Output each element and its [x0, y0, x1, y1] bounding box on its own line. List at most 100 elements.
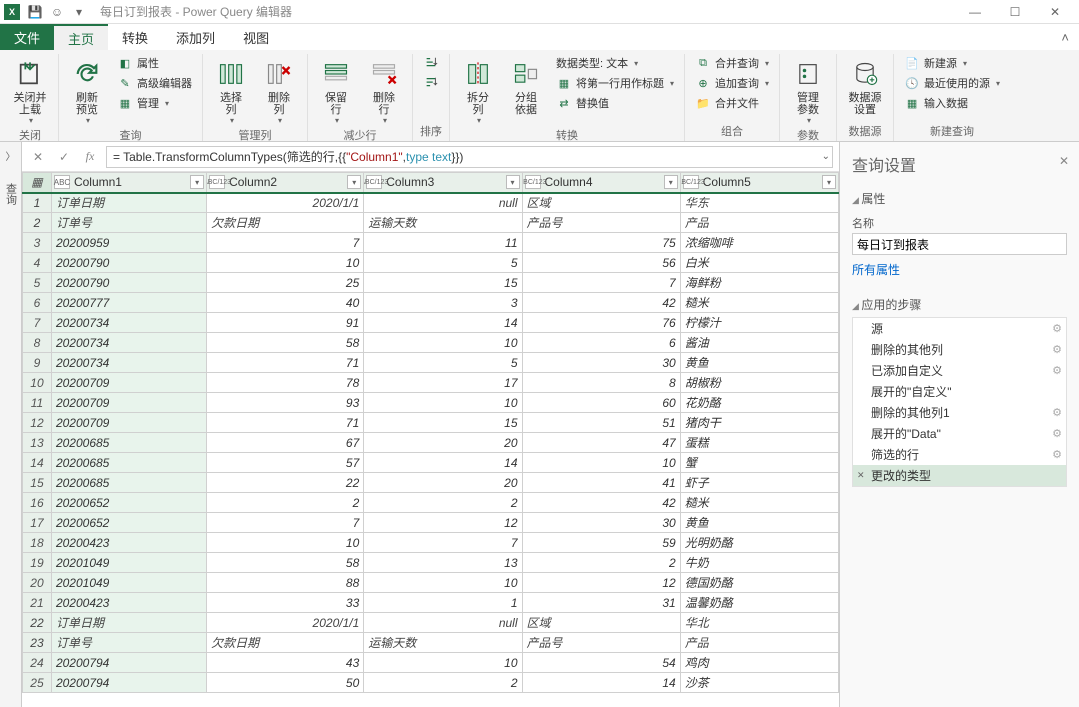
type-icon[interactable]: ABC/123	[683, 175, 699, 189]
manage-parameters-button[interactable]: 管理 参数	[786, 54, 830, 125]
filter-icon[interactable]: ▾	[347, 175, 361, 189]
cell[interactable]: 7	[364, 533, 522, 553]
cell[interactable]: 10	[364, 393, 522, 413]
cell[interactable]: 20200423	[51, 593, 206, 613]
row-number[interactable]: 19	[23, 553, 52, 573]
cell[interactable]: 花奶酪	[680, 393, 838, 413]
gear-icon[interactable]: ⚙	[1052, 427, 1062, 440]
cell[interactable]: 59	[522, 533, 680, 553]
query-name-input[interactable]	[852, 233, 1067, 255]
qat-dropdown-icon[interactable]: ▾	[70, 3, 88, 21]
cell[interactable]: 30	[522, 513, 680, 533]
cell[interactable]: 40	[207, 293, 364, 313]
cell[interactable]: 20200794	[51, 673, 206, 693]
cell[interactable]: 10	[364, 573, 522, 593]
new-source-button[interactable]: 📄新建源	[900, 54, 1004, 72]
maximize-button[interactable]: ☐	[995, 1, 1035, 23]
gear-icon[interactable]: ⚙	[1052, 448, 1062, 461]
table-row[interactable]: 2020201049881012德国奶酪	[23, 573, 839, 593]
row-number[interactable]: 15	[23, 473, 52, 493]
table-row[interactable]: 1220200709711551猪肉干	[23, 413, 839, 433]
cell[interactable]: 10	[207, 533, 364, 553]
cell[interactable]: 运输天数	[364, 213, 522, 233]
cell[interactable]: 10	[207, 253, 364, 273]
cell[interactable]: 47	[522, 433, 680, 453]
cell[interactable]: 2020/1/1	[207, 193, 364, 213]
table-row[interactable]: 102020070978178胡椒粉	[23, 373, 839, 393]
all-properties-link[interactable]: 所有属性	[852, 261, 900, 278]
cell[interactable]: 10	[522, 453, 680, 473]
row-number[interactable]: 22	[23, 613, 52, 633]
cell[interactable]: 区域	[522, 193, 680, 213]
cell[interactable]: 2	[364, 673, 522, 693]
table-row[interactable]: 92020073471530黄鱼	[23, 353, 839, 373]
formula-input[interactable]: = Table.TransformColumnTypes(筛选的行,{{"Col…	[106, 146, 833, 168]
cell[interactable]: 虾子	[680, 473, 838, 493]
cell[interactable]: 20200790	[51, 253, 206, 273]
properties-section-header[interactable]: 属性	[852, 186, 1067, 211]
cell[interactable]: 温馨奶酪	[680, 593, 838, 613]
row-number[interactable]: 25	[23, 673, 52, 693]
cell[interactable]: 12	[364, 513, 522, 533]
minimize-button[interactable]: —	[955, 1, 995, 23]
cell[interactable]: 20200709	[51, 373, 206, 393]
table-row[interactable]: 62020077740342糙米	[23, 293, 839, 313]
table-row[interactable]: 252020079450214沙茶	[23, 673, 839, 693]
cell[interactable]: 20200734	[51, 353, 206, 373]
cell[interactable]: 17	[364, 373, 522, 393]
cell[interactable]: 20200959	[51, 233, 206, 253]
cell[interactable]: 42	[522, 293, 680, 313]
datasource-settings-button[interactable]: 数据源 设置	[843, 54, 887, 116]
cell[interactable]: 14	[522, 673, 680, 693]
cell[interactable]: 60	[522, 393, 680, 413]
cell[interactable]: 华北	[680, 613, 838, 633]
queries-pane-label[interactable]: 查询	[3, 183, 19, 205]
choose-columns-button[interactable]: 选择 列	[209, 54, 253, 125]
table-row[interactable]: 52020079025157海鲜粉	[23, 273, 839, 293]
cell[interactable]: 5	[364, 253, 522, 273]
row-number[interactable]: 24	[23, 653, 52, 673]
cell[interactable]: 订单日期	[51, 613, 206, 633]
applied-step[interactable]: 删除的其他列1⚙	[853, 402, 1066, 423]
cell[interactable]: 20200777	[51, 293, 206, 313]
gear-icon[interactable]: ⚙	[1052, 364, 1062, 377]
applied-step[interactable]: 展开的"自定义"	[853, 381, 1066, 402]
cell[interactable]: 20200685	[51, 433, 206, 453]
row-number[interactable]: 13	[23, 433, 52, 453]
cell[interactable]: 黄鱼	[680, 353, 838, 373]
table-row[interactable]: 32020095971175浓缩咖啡	[23, 233, 839, 253]
cell[interactable]: 51	[522, 413, 680, 433]
cell[interactable]: 56	[522, 253, 680, 273]
column-header[interactable]: ABCColumn1▾	[51, 173, 206, 193]
cell[interactable]: 7	[207, 233, 364, 253]
cell[interactable]: 54	[522, 653, 680, 673]
remove-columns-button[interactable]: 删除 列	[257, 54, 301, 125]
cell[interactable]: 88	[207, 573, 364, 593]
table-row[interactable]: 2订单号欠款日期运输天数产品号产品	[23, 213, 839, 233]
filter-icon[interactable]: ▾	[822, 175, 836, 189]
row-number[interactable]: 7	[23, 313, 52, 333]
table-row[interactable]: 22订单日期2020/1/1null区域华北	[23, 613, 839, 633]
cell[interactable]: 20200709	[51, 393, 206, 413]
table-row[interactable]: 192020104958132牛奶	[23, 553, 839, 573]
cell[interactable]: 20201049	[51, 553, 206, 573]
applied-step[interactable]: 展开的"Data"⚙	[853, 423, 1066, 444]
data-type-dropdown[interactable]: 数据类型: 文本	[552, 54, 678, 72]
cell[interactable]: 13	[364, 553, 522, 573]
row-number[interactable]: 4	[23, 253, 52, 273]
close-button[interactable]: ✕	[1035, 1, 1075, 23]
cell[interactable]: 7	[207, 513, 364, 533]
table-row[interactable]: 42020079010556白米	[23, 253, 839, 273]
row-number[interactable]: 8	[23, 333, 52, 353]
cell[interactable]: 2020/1/1	[207, 613, 364, 633]
cell[interactable]: 20	[364, 433, 522, 453]
tab-transform[interactable]: 转换	[108, 24, 162, 50]
cell[interactable]: 25	[207, 273, 364, 293]
enter-data-button[interactable]: ▦输入数据	[900, 94, 1004, 112]
cell[interactable]: 14	[364, 453, 522, 473]
cell[interactable]: 67	[207, 433, 364, 453]
replace-values-button[interactable]: ⇄替换值	[552, 94, 678, 112]
column-header[interactable]: ABC/123Column5▾	[680, 173, 838, 193]
row-number[interactable]: 9	[23, 353, 52, 373]
cell[interactable]: 胡椒粉	[680, 373, 838, 393]
